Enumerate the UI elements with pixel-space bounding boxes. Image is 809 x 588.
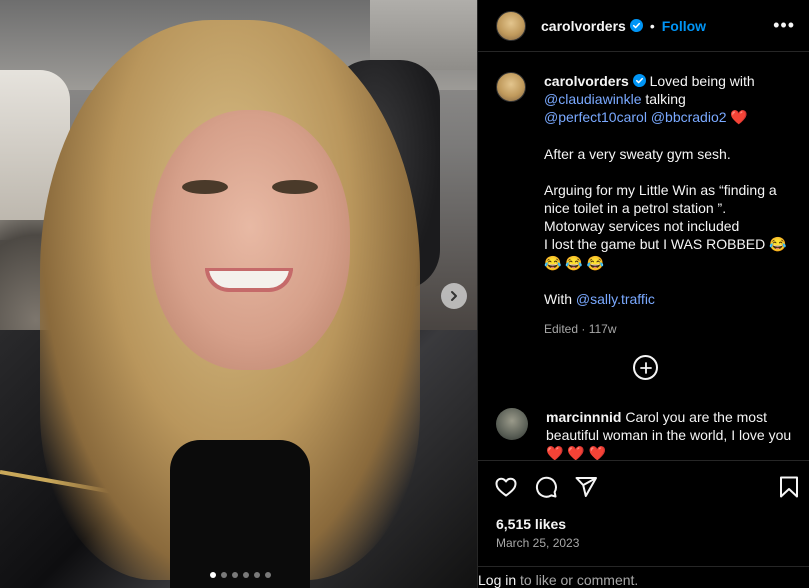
caption-paragraph: Arguing for my Little Win as “finding a …: [544, 181, 796, 272]
like-button[interactable]: [494, 475, 518, 499]
right-eye: [272, 180, 318, 194]
verified-badge-icon: [629, 19, 643, 32]
caption-intro: Loved being with: [649, 73, 755, 89]
slide-dot: [243, 572, 249, 578]
like-count[interactable]: 6,515 likes: [496, 516, 566, 532]
mention-link[interactable]: @perfect10carol: [544, 109, 647, 125]
heart-emoji: ❤️: [730, 109, 748, 126]
comment-text: marcinnnid Carol you are the most beauti…: [546, 408, 796, 463]
follow-button[interactable]: Follow: [662, 18, 706, 34]
paper-plane-icon: [575, 477, 597, 497]
caption-username[interactable]: carolvorders: [544, 73, 629, 89]
slide-indicator: [210, 572, 271, 578]
caption-meta: Edited · 117w: [544, 322, 617, 337]
left-eye: [182, 180, 228, 194]
heart-outline-icon: [495, 477, 517, 497]
face: [150, 110, 350, 370]
load-more-comments-button[interactable]: [633, 355, 658, 380]
mention-link[interactable]: @bbcradio2: [651, 109, 727, 125]
caption: carolvorders Loved being with @claudiawi…: [496, 72, 796, 338]
black-top: [170, 440, 310, 588]
caption-paragraph: After a very sweaty gym sesh.: [544, 145, 731, 162]
comment-hearts: ❤️ ❤️ ❤️: [546, 445, 607, 462]
caption-line: Arguing for my Little Win as “finding a …: [544, 181, 777, 217]
slide-dot: [221, 572, 227, 578]
with-label: With: [544, 290, 572, 307]
login-suffix: to like or comment.: [520, 572, 639, 588]
divider: [478, 460, 809, 461]
caption-word: talking: [645, 91, 686, 108]
slide-dot: [210, 572, 216, 578]
chevron-right-icon: [451, 291, 457, 301]
header-separator: •: [649, 17, 655, 34]
commenter-username[interactable]: marcinnnid: [546, 409, 621, 425]
action-bar: [494, 474, 800, 500]
comment-button[interactable]: [534, 475, 558, 499]
author-avatar[interactable]: [496, 10, 526, 41]
post-side-panel: carolvorders • Follow ••• carolvorders L…: [477, 0, 809, 588]
caption-line: 😂 😂 😂: [544, 254, 605, 271]
next-slide-button[interactable]: [441, 283, 467, 309]
caption-avatar[interactable]: [496, 72, 526, 102]
slide-dot: [254, 572, 260, 578]
smile: [205, 268, 293, 292]
post-photo: [0, 0, 477, 588]
verified-badge-icon: [632, 74, 646, 87]
login-prompt: Log in to like or comment.: [478, 566, 809, 588]
login-link[interactable]: Log in: [478, 572, 516, 588]
slide-dot: [232, 572, 238, 578]
caption-text: carolvorders Loved being with @claudiawi…: [544, 72, 796, 338]
save-button[interactable]: [778, 475, 800, 499]
caption-line: I lost the game but I WAS ROBBED 😂: [544, 236, 787, 253]
caption-line: Motorway services not included: [544, 218, 740, 235]
plus-icon: [639, 361, 652, 374]
comment-bubble-icon: [535, 476, 557, 498]
comment-item: marcinnnid Carol you are the most beauti…: [496, 408, 796, 463]
caption-with: With @sally.traffic: [544, 290, 796, 308]
author-username[interactable]: carolvorders: [541, 18, 626, 34]
commenter-avatar[interactable]: [496, 408, 528, 440]
post-header: carolvorders • Follow •••: [478, 0, 809, 52]
bookmark-icon: [780, 476, 798, 498]
more-options-icon[interactable]: •••: [773, 15, 795, 36]
slide-dot: [265, 572, 271, 578]
post-date: March 25, 2023: [496, 536, 580, 550]
mention-link[interactable]: @claudiawinkle: [544, 91, 641, 107]
mention-link[interactable]: @sally.traffic: [576, 291, 655, 307]
share-button[interactable]: [574, 475, 598, 499]
